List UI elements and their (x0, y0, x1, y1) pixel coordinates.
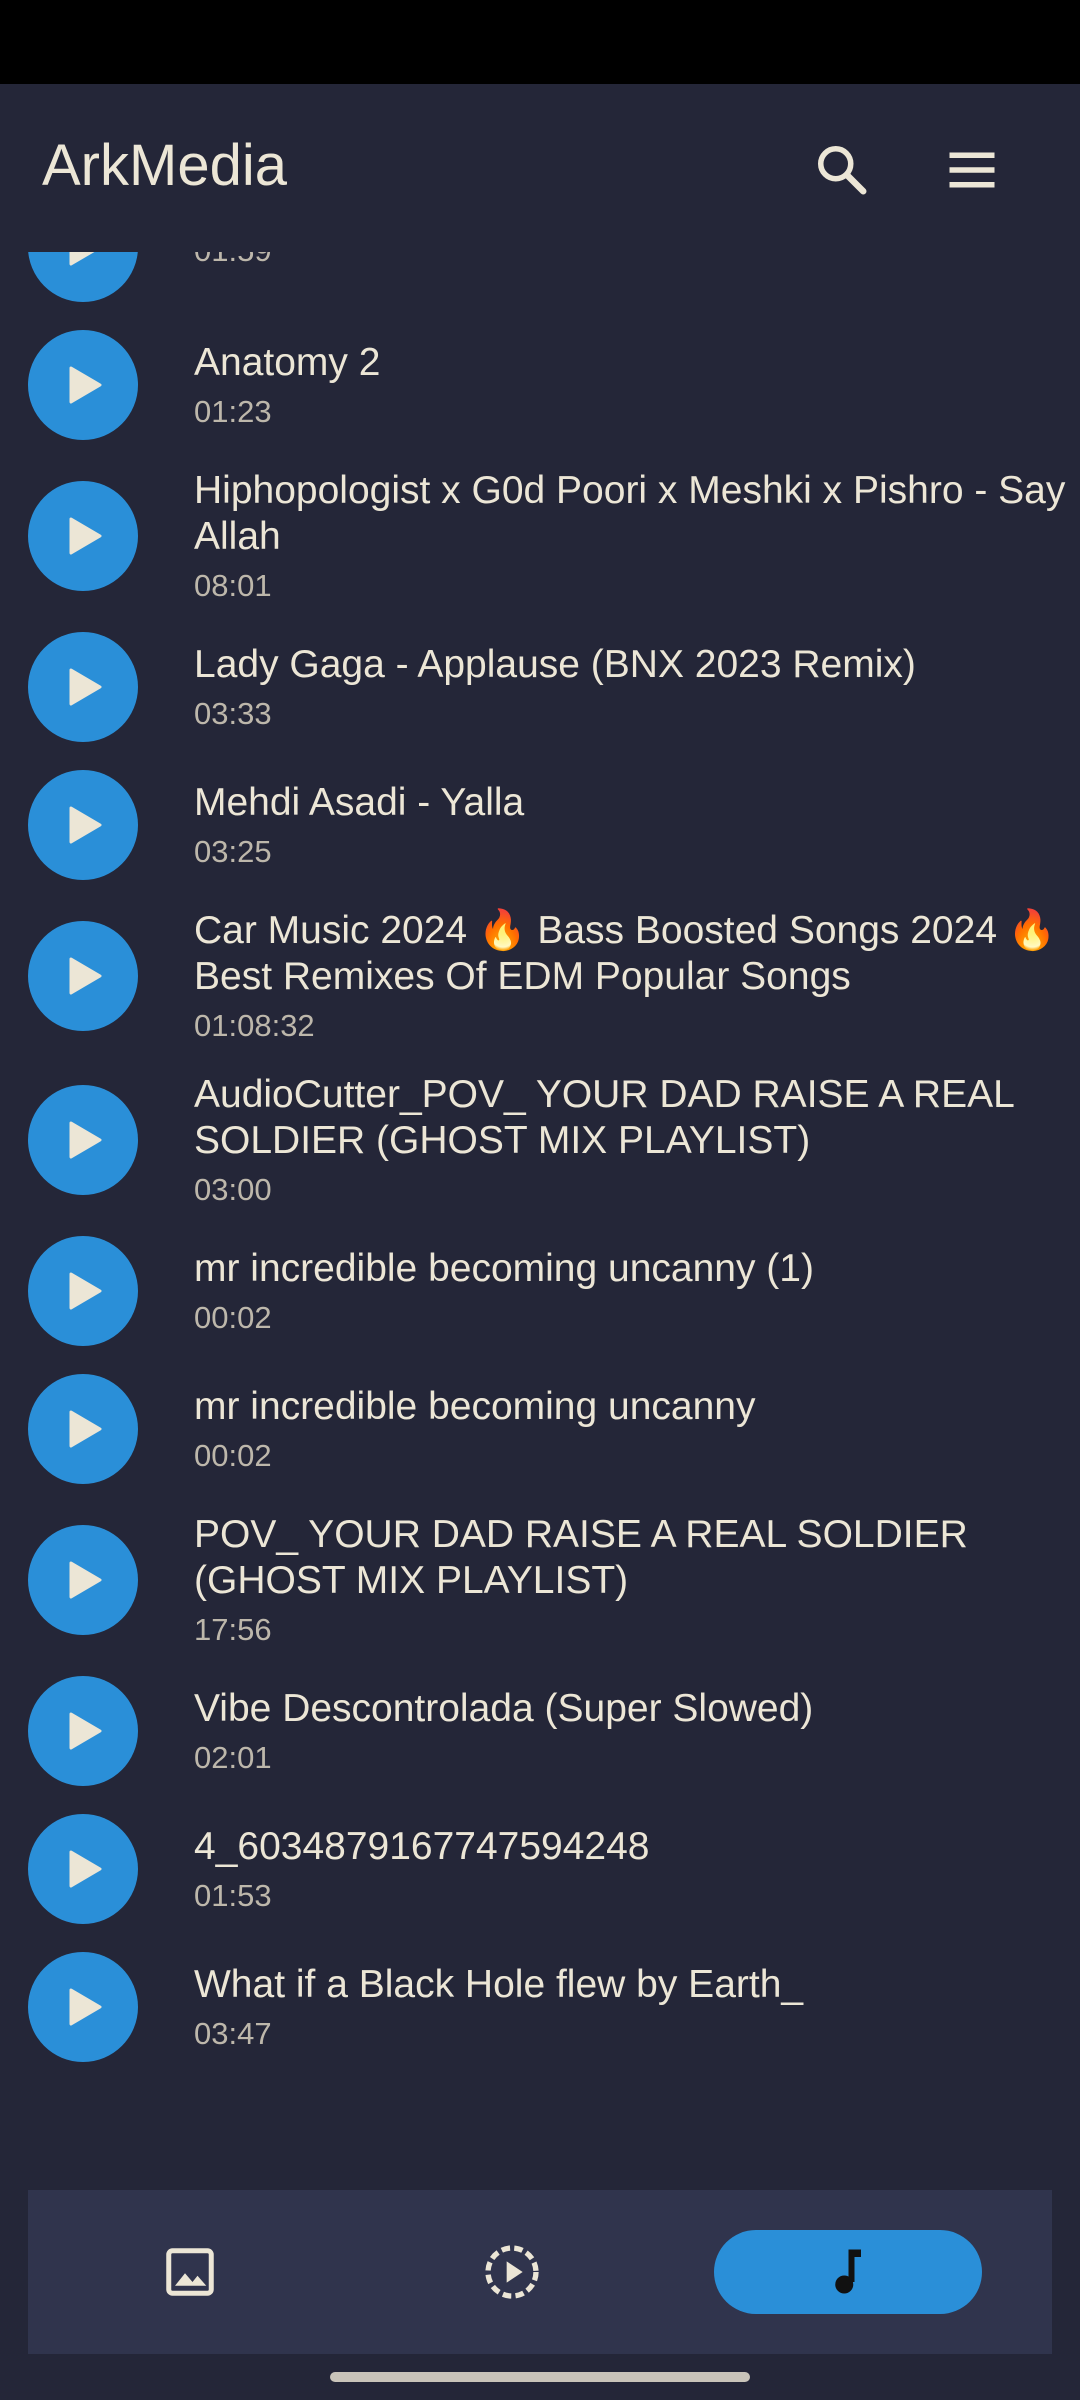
song-duration: 01:53 (194, 1878, 272, 1913)
song-row[interactable]: POV_ YOUR DAD RAISE A REAL SOLDIER (GHOS… (0, 1498, 1080, 1662)
search-button[interactable] (800, 128, 884, 212)
play-button[interactable] (28, 1676, 138, 1786)
song-title: Anatomy 2 (194, 341, 381, 384)
song-title: 4_6034879167747594248 (194, 1825, 650, 1868)
menu-button[interactable] (930, 128, 1014, 212)
song-list[interactable]: 01:59 Anatomy 2 01:23 Hiphopologist x G0d P… (0, 252, 1080, 2120)
song-info: Anatomy 2 01:23 (194, 340, 1074, 430)
play-icon (69, 1272, 102, 1310)
menu-icon (949, 152, 995, 188)
nav-music[interactable] (714, 2230, 982, 2314)
play-button[interactable] (28, 1085, 138, 1195)
song-row[interactable]: Mehdi Asadi - Yalla 03:25 (0, 756, 1080, 894)
song-row[interactable]: AudioCutter_POV_ YOUR DAD RAISE A REAL S… (0, 1058, 1080, 1222)
song-info: mr incredible becoming uncanny 00:02 (194, 1384, 1074, 1474)
song-info: mr incredible becoming uncanny (1) 00:02 (194, 1246, 1074, 1336)
song-row[interactable]: What if a Black Hole flew by Earth_ 03:47 (0, 1938, 1080, 2076)
song-duration: 00:02 (194, 1300, 272, 1335)
song-title: mr incredible becoming uncanny (194, 1385, 756, 1428)
search-icon (818, 146, 867, 195)
song-title: Car Music 2024 🔥 Bass Boosted Songs 2024… (194, 909, 1057, 998)
song-duration: 02:01 (194, 1740, 272, 1775)
song-row[interactable]: 4_6034879167747594248 01:53 (0, 1800, 1080, 1938)
song-info: What if a Black Hole flew by Earth_ 03:47 (194, 1962, 1074, 2052)
play-circle-icon (485, 2245, 539, 2299)
play-icon (69, 517, 102, 555)
play-icon (69, 366, 102, 404)
song-row[interactable]: Lady Gaga - Applause (BNX 2023 Remix) 03:… (0, 618, 1080, 756)
nav-images[interactable] (148, 2230, 232, 2314)
song-title: Lady Gaga - Applause (BNX 2023 Remix) (194, 643, 916, 686)
song-row[interactable]: Hiphopologist x G0d Poori x Meshki x Pis… (0, 454, 1080, 618)
image-icon (166, 2248, 214, 2296)
song-info: AudioCutter_POV_ YOUR DAD RAISE A REAL S… (194, 1072, 1074, 1208)
play-button[interactable] (28, 1952, 138, 2062)
song-title: What if a Black Hole flew by Earth_ (194, 1963, 804, 2006)
play-button[interactable] (28, 921, 138, 1031)
song-row[interactable]: Vibe Descontrolada (Super Slowed) 02:01 (0, 1662, 1080, 1800)
song-title: mr incredible becoming uncanny (1) (194, 1247, 814, 1290)
play-button[interactable] (28, 330, 138, 440)
song-duration: 01:08:32 (194, 1008, 315, 1043)
play-icon (69, 1988, 102, 2026)
app-bar: ArkMedia (0, 84, 1080, 252)
play-icon (69, 1850, 102, 1888)
play-button[interactable] (28, 1814, 138, 1924)
song-title: Hiphopologist x G0d Poori x Meshki x Pis… (194, 469, 1066, 558)
play-icon (69, 1712, 102, 1750)
song-info: Hiphopologist x G0d Poori x Meshki x Pis… (194, 468, 1074, 604)
status-bar (0, 0, 1080, 84)
song-duration: 03:47 (194, 2016, 272, 2051)
play-icon (69, 252, 95, 266)
play-button[interactable] (28, 1525, 138, 1635)
nav-video[interactable] (470, 2230, 554, 2314)
song-row[interactable]: mr incredible becoming uncanny (1) 00:02 (0, 1222, 1080, 1360)
song-info: Vibe Descontrolada (Super Slowed) 02:01 (194, 1686, 1074, 1776)
play-button[interactable] (28, 1236, 138, 1346)
play-button[interactable] (28, 1374, 138, 1484)
play-icon (69, 668, 102, 706)
song-info: 4_6034879167747594248 01:53 (194, 1824, 1074, 1914)
play-button[interactable] (28, 252, 138, 302)
app-title: ArkMedia (42, 133, 287, 198)
song-title: AudioCutter_POV_ YOUR DAD RAISE A REAL S… (194, 1073, 1014, 1162)
play-button[interactable] (28, 770, 138, 880)
song-info: POV_ YOUR DAD RAISE A REAL SOLDIER (GHOS… (194, 1512, 1074, 1648)
song-row[interactable]: Anatomy 2 01:23 (0, 316, 1080, 454)
song-row[interactable]: Car Music 2024 🔥 Bass Boosted Songs 2024… (0, 894, 1080, 1058)
song-row[interactable]: 01:59 (0, 252, 1080, 316)
play-icon (69, 1121, 102, 1159)
play-icon (69, 1561, 102, 1599)
song-title: Mehdi Asadi - Yalla (194, 781, 525, 824)
song-duration: 03:33 (194, 696, 272, 731)
bottom-navigation (28, 2190, 1052, 2354)
song-row[interactable]: mr incredible becoming uncanny 00:02 (0, 1360, 1080, 1498)
play-icon (69, 957, 102, 995)
song-duration: 03:00 (194, 1172, 272, 1207)
song-info: Car Music 2024 🔥 Bass Boosted Songs 2024… (194, 908, 1074, 1044)
play-icon (69, 1410, 102, 1448)
song-duration: 00:02 (194, 1438, 272, 1473)
song-duration: 01:23 (194, 394, 272, 429)
play-icon (69, 806, 102, 844)
play-button[interactable] (28, 481, 138, 591)
song-info: Mehdi Asadi - Yalla 03:25 (194, 780, 1074, 870)
song-duration: 17:56 (194, 1612, 272, 1647)
play-button[interactable] (28, 632, 138, 742)
song-duration: 03:25 (194, 834, 272, 869)
song-duration: 08:01 (194, 568, 272, 603)
home-indicator (330, 2372, 750, 2382)
song-info: 01:59 (194, 252, 1074, 269)
music-note-icon (835, 2249, 861, 2294)
song-title: Vibe Descontrolada (Super Slowed) (194, 1687, 814, 1730)
song-title: POV_ YOUR DAD RAISE A REAL SOLDIER (GHOS… (194, 1513, 968, 1602)
song-duration: 01:59 (194, 252, 1074, 269)
song-info: Lady Gaga - Applause (BNX 2023 Remix) 03:… (194, 642, 1074, 732)
